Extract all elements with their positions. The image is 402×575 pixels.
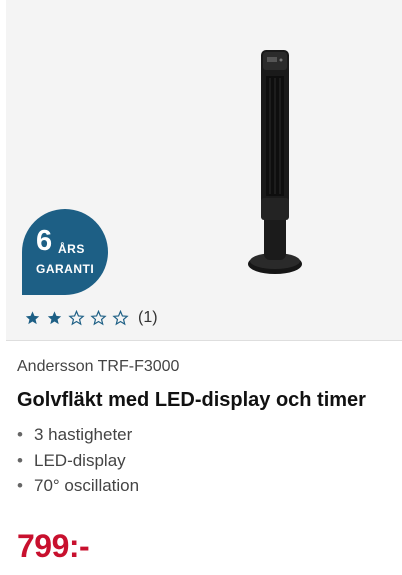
star-filled-icon [47, 311, 62, 325]
feature-label: 70° oscillation [34, 476, 140, 495]
warranty-badge: 6 ÅRS GARANTI [22, 209, 108, 295]
feature-item: • 70° oscillation [17, 475, 139, 501]
product-brand: Andersson TRF-F3000 [17, 358, 180, 375]
feature-list: • 3 hastigheter • LED-display • 70° oscilla… [17, 424, 139, 501]
product-price: 799:- [17, 528, 90, 564]
tower-fan-image [248, 50, 302, 274]
warranty-years-number: 6 [36, 225, 53, 257]
bullet-icon: • [17, 425, 23, 444]
feature-label: LED-display [34, 450, 126, 470]
feature-item: • 3 hastigheter [17, 424, 139, 450]
product-image-area[interactable]: 6 ÅRS GARANTI (1) [6, 0, 402, 341]
feature-label: 3 hastigheter [34, 425, 133, 444]
product-card[interactable]: 6 ÅRS GARANTI (1) Andersson TRF-F3000 Go… [0, 0, 402, 575]
warranty-guarantee-label: GARANTI [36, 262, 95, 276]
star-empty-icon [68, 310, 85, 326]
rating[interactable]: (1) [24, 308, 158, 328]
star-filled-icon [25, 311, 40, 325]
star-empty-icon [112, 310, 129, 326]
warranty-years-label: ÅRS [58, 242, 85, 256]
product-title[interactable]: Golvfläkt med LED-display och timer [17, 389, 366, 412]
feature-item: • LED-display [17, 450, 139, 476]
rating-count: (1) [138, 309, 158, 326]
bullet-icon: • [17, 450, 23, 470]
bullet-icon: • [17, 476, 23, 495]
star-empty-icon [90, 310, 107, 326]
